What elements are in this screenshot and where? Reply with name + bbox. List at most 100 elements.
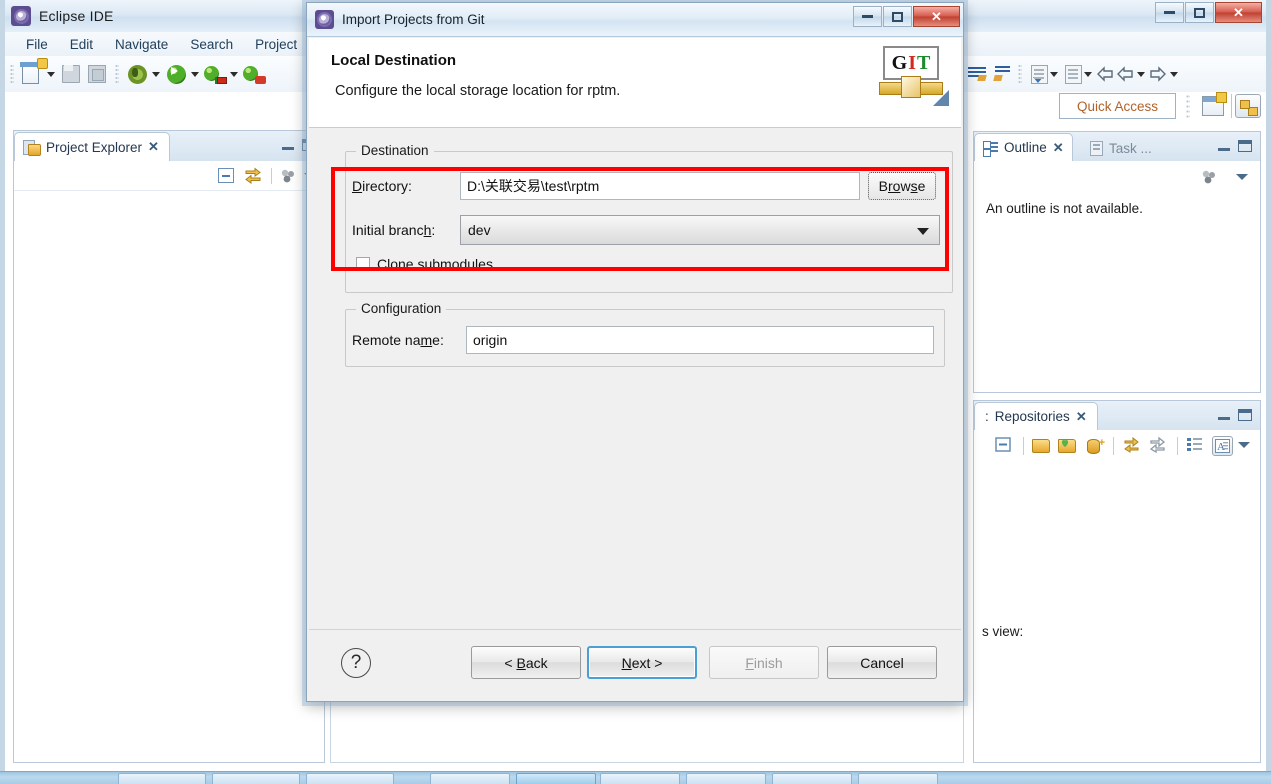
menu-file[interactable]: File (15, 35, 59, 54)
menu-project[interactable]: Project (244, 35, 308, 54)
back-hollow-icon[interactable] (1095, 66, 1115, 82)
minimize-icon[interactable] (1155, 2, 1184, 23)
toolbar-grip-2[interactable] (115, 64, 119, 84)
debug-icon[interactable] (125, 62, 149, 86)
dropdown-arrow-icon-8[interactable] (1168, 62, 1181, 86)
initial-branch-label: Initial branch: (352, 222, 436, 238)
open-perspective-icon[interactable] (1202, 92, 1227, 116)
main-toolbar-right (964, 56, 1264, 92)
java-perspective-icon[interactable] (1235, 94, 1261, 118)
minimize-view-icon[interactable] (1218, 417, 1230, 420)
toggle-branch-label-icon[interactable]: A (1212, 436, 1233, 456)
clone-submodules-row[interactable]: Clone submodules (356, 256, 493, 272)
open-type-icon[interactable] (1031, 64, 1048, 84)
add-repository-icon[interactable] (1032, 436, 1053, 456)
clone-submodules-checkbox[interactable] (356, 257, 370, 271)
collapse-all-icon[interactable] (994, 436, 1015, 456)
taskbar-item-8[interactable] (772, 773, 852, 784)
run-configurations-icon[interactable] (203, 62, 227, 86)
page-title: Local Destination (331, 52, 457, 69)
maximize-view-icon[interactable] (1238, 409, 1252, 421)
close-tab-icon[interactable]: ✕ (148, 139, 159, 155)
create-repository-icon[interactable]: + (1084, 436, 1105, 456)
remote-name-input[interactable] (466, 326, 934, 354)
dialog-title: Import Projects from Git (342, 12, 485, 27)
step-into-icon[interactable] (993, 66, 1013, 82)
save-icon[interactable] (59, 62, 83, 86)
quick-access-grip[interactable] (1186, 94, 1190, 118)
dropdown-arrow-icon-3[interactable] (189, 62, 202, 86)
dialog-window-controls: ✕ (853, 6, 960, 27)
view-dropdown-icon[interactable] (1238, 442, 1250, 448)
close-tab-icon[interactable]: ✕ (1053, 140, 1064, 156)
hierarchy-layout-icon[interactable] (1186, 436, 1207, 456)
previous-annotation-icon[interactable] (1115, 66, 1135, 82)
taskbar-item-5[interactable] (516, 773, 596, 784)
tab-project-explorer[interactable]: Project Explorer ✕ (14, 132, 170, 161)
menu-edit[interactable]: Edit (59, 35, 104, 54)
minimize-view-icon[interactable] (282, 147, 294, 150)
link-with-editor-icon[interactable] (244, 167, 262, 184)
dropdown-arrow-icon[interactable] (45, 62, 58, 86)
minimize-view-icon[interactable] (1218, 148, 1230, 151)
tab-repositories[interactable]: : Repositories ✕ (974, 402, 1098, 430)
taskbar-item-4[interactable] (430, 773, 510, 784)
clone-repository-icon[interactable] (1058, 436, 1079, 456)
repositories-content[interactable]: s view: (974, 462, 1260, 760)
dropdown-arrow-icon-5[interactable] (1048, 62, 1061, 86)
close-icon[interactable]: ✕ (913, 6, 960, 27)
cancel-button[interactable]: Cancel (827, 646, 937, 679)
outline-empty-message: An outline is not available. (986, 201, 1143, 216)
taskbar-item-7[interactable] (686, 773, 766, 784)
close-icon[interactable]: ✕ (1215, 2, 1262, 23)
view-menu-icon[interactable] (280, 168, 296, 184)
dropdown-arrow-icon-4[interactable] (228, 62, 241, 86)
back-button[interactable]: < Back (471, 646, 581, 679)
quick-access-input[interactable]: Quick Access (1059, 93, 1176, 119)
taskbar-item-3[interactable] (306, 773, 394, 784)
menu-search[interactable]: Search (179, 35, 244, 54)
dropdown-arrow-icon-2[interactable] (150, 62, 163, 86)
page-description: Configure the local storage location for… (335, 83, 621, 99)
project-explorer-content[interactable] (14, 191, 324, 762)
maximize-icon[interactable] (1185, 2, 1214, 23)
repositories-tabrow: : Repositories ✕ (974, 401, 1260, 430)
save-all-icon[interactable] (85, 62, 109, 86)
taskbar-item-6[interactable] (600, 773, 680, 784)
help-icon[interactable]: ? (341, 648, 371, 678)
taskbar-item-2[interactable] (212, 773, 300, 784)
dropdown-arrow-icon-7[interactable] (1135, 62, 1148, 86)
next-annotation-icon[interactable] (1148, 66, 1168, 82)
destination-group: Destination Directory: Browse Initial br… (345, 143, 953, 293)
browse-button[interactable]: Browse (868, 172, 936, 200)
minimize-icon[interactable] (853, 6, 882, 27)
fetch-icon[interactable] (1122, 436, 1143, 456)
sync-icon[interactable] (1201, 169, 1218, 184)
initial-branch-select[interactable]: dev (460, 215, 940, 245)
maximize-icon[interactable] (883, 6, 912, 27)
run-server-icon[interactable] (242, 62, 266, 86)
maximize-view-icon[interactable] (1238, 140, 1252, 152)
menu-navigate[interactable]: Navigate (104, 35, 179, 54)
collapse-all-icon[interactable] (218, 168, 234, 183)
new-document-icon[interactable] (20, 62, 44, 86)
view-dropdown-icon[interactable] (1236, 174, 1248, 180)
next-button[interactable]: Next > (587, 646, 697, 679)
toolbar-grip[interactable] (10, 64, 14, 84)
push-icon[interactable] (1148, 436, 1169, 456)
tab-tasks[interactable]: Task ... (1082, 136, 1160, 161)
dropdown-arrow-icon-6[interactable] (1082, 62, 1095, 86)
project-explorer-tabrow: Project Explorer ✕ (14, 131, 324, 161)
clone-submodules-label: Clone submodules (377, 256, 493, 272)
taskbar-item-9[interactable] (858, 773, 938, 784)
tab-outline[interactable]: Outline ✕ (974, 133, 1073, 161)
toolbar-grip-3[interactable] (1018, 64, 1022, 84)
taskbar-item-1[interactable] (118, 773, 206, 784)
directory-input[interactable] (460, 172, 860, 200)
run-icon[interactable] (164, 62, 188, 86)
eclipse-icon (315, 10, 334, 29)
directory-label: Directory: (352, 178, 412, 194)
skip-breakpoints-icon[interactable] (968, 66, 988, 82)
open-task-icon[interactable] (1065, 64, 1082, 84)
close-tab-icon[interactable]: ✕ (1076, 409, 1087, 425)
